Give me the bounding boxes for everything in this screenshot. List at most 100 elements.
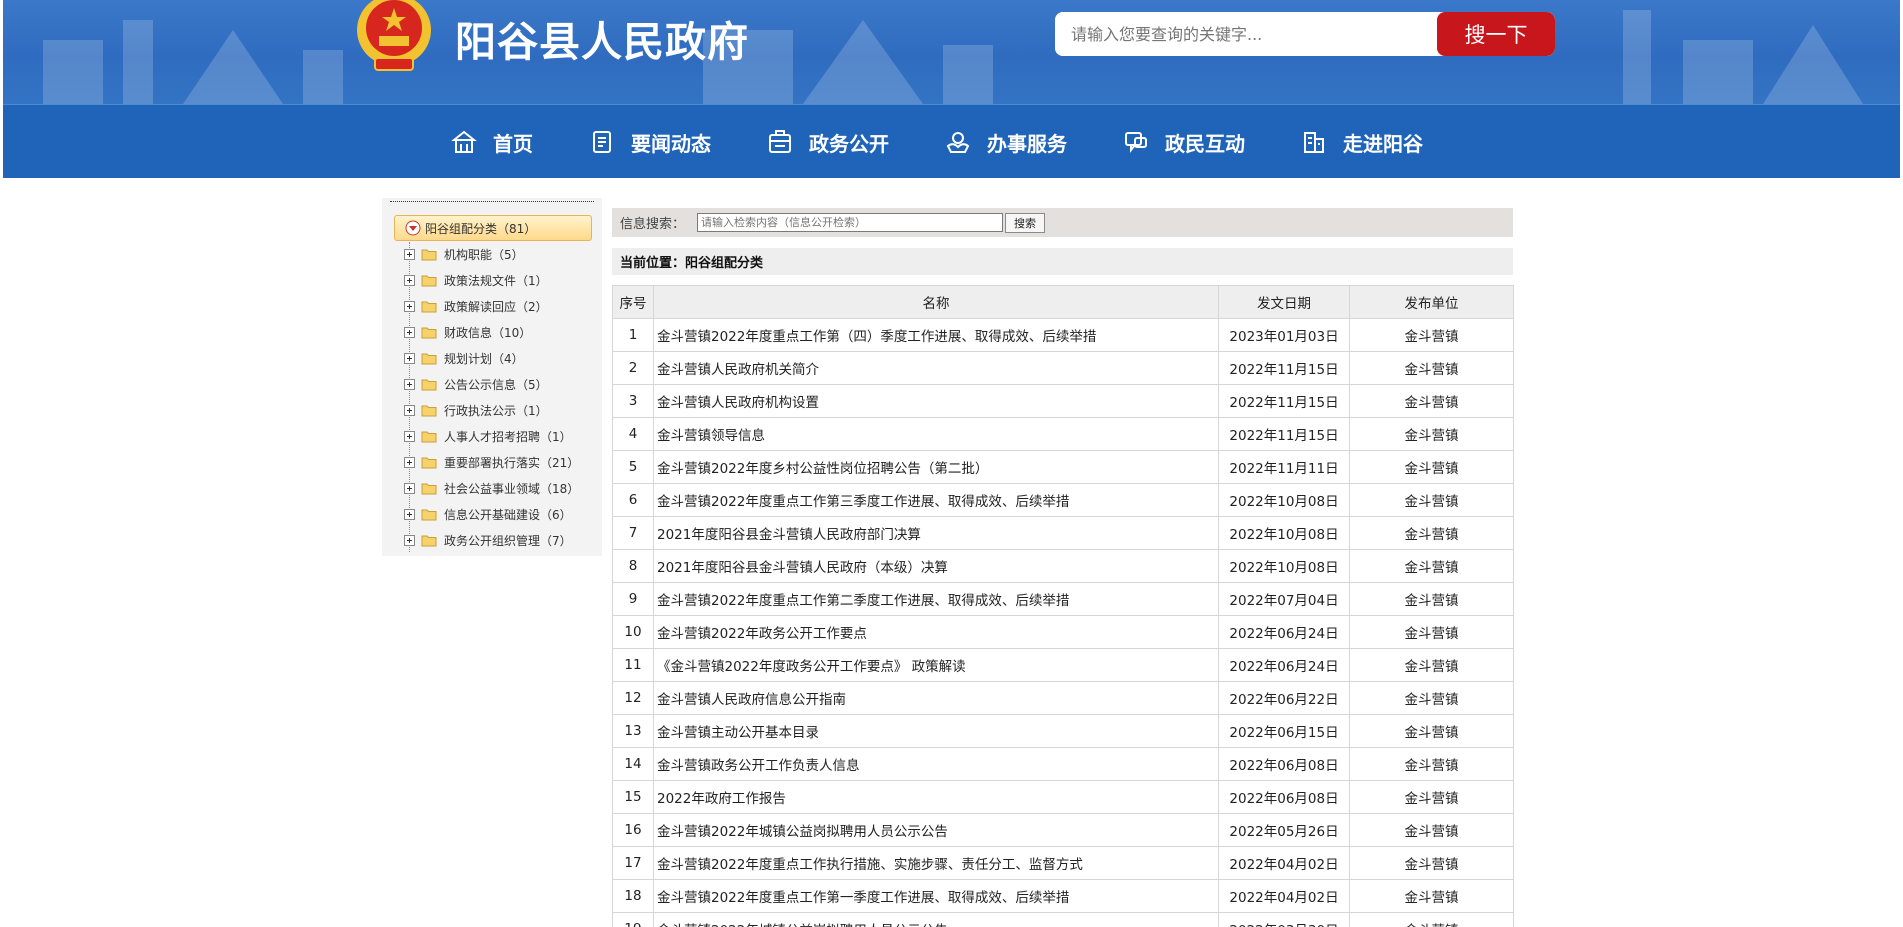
info-search-button[interactable]: 搜索: [1005, 212, 1046, 233]
nav-item-interaction[interactable]: 政民互动: [1123, 105, 1245, 179]
row-title-link[interactable]: 金斗营镇2022年政务公开工作要点: [653, 615, 1219, 649]
row-date: 2022年06月24日: [1218, 615, 1350, 649]
table-row: 10 金斗营镇2022年政务公开工作要点 2022年06月24日 金斗营镇: [612, 615, 1514, 649]
expand-plus-icon: [404, 482, 415, 494]
tree-item[interactable]: 政策解读回应（2）: [404, 296, 548, 316]
tree-item[interactable]: 政策法规文件（1）: [404, 270, 548, 290]
row-publisher: 金斗营镇: [1349, 780, 1514, 814]
row-index: 2: [612, 351, 654, 385]
tree-root-item[interactable]: 阳谷组配分类（81）: [394, 215, 592, 241]
tree-item-label: 政务公开组织管理（7）: [444, 533, 572, 548]
row-date: 2022年05月26日: [1218, 813, 1350, 847]
table-row: 16 金斗营镇2022年城镇公益岗拟聘用人员公示公告 2022年05月26日 金斗营镇: [612, 813, 1514, 847]
row-publisher: 金斗营镇: [1349, 549, 1514, 583]
nav-label: 政务公开: [809, 131, 889, 156]
tree-item[interactable]: 公告公示信息（5）: [404, 374, 548, 394]
home-icon: [451, 130, 477, 153]
tree-item[interactable]: 机构职能（5）: [404, 244, 524, 264]
row-title-link[interactable]: 金斗营镇2022年度重点工作第二季度工作进展、取得成效、后续举措: [653, 582, 1219, 616]
row-title-link[interactable]: 金斗营镇人民政府信息公开指南: [653, 681, 1219, 715]
nav-item-about-yanggu[interactable]: 走进阳谷: [1301, 105, 1423, 179]
row-title-link[interactable]: 金斗营镇政务公开工作负责人信息: [653, 747, 1219, 781]
tree-item[interactable]: 政务公开组织管理（7）: [404, 530, 572, 550]
row-title-link[interactable]: 金斗营镇2022年城镇公益岗拟聘用人员公示公告: [653, 813, 1219, 847]
row-publisher: 金斗营镇: [1349, 450, 1514, 484]
row-title-link[interactable]: 金斗营镇2022年度重点工作执行措施、实施步骤、责任分工、监督方式: [653, 846, 1219, 880]
table-row: 4 金斗营镇领导信息 2022年11月15日 金斗营镇: [612, 417, 1514, 451]
main-nav: 首页 要闻动态 政务公开 办事服务 政民互动 走进阳谷: [3, 104, 1900, 178]
row-title-link[interactable]: 金斗营镇领导信息: [653, 417, 1219, 451]
table-row: 6 金斗营镇2022年度重点工作第三季度工作进展、取得成效、后续举措 2022年10…: [612, 483, 1514, 517]
tree-item[interactable]: 社会公益事业领域（18）: [404, 478, 579, 498]
row-title-link[interactable]: 金斗营镇2022年度重点工作第一季度工作进展、取得成效、后续举措: [653, 879, 1219, 913]
column-header-date: 发文日期: [1218, 285, 1350, 319]
row-index: 16: [612, 813, 654, 847]
nav-label: 走进阳谷: [1343, 131, 1423, 156]
row-title-link[interactable]: 金斗营镇2022年度重点工作第三季度工作进展、取得成效、后续举措: [653, 483, 1219, 517]
expand-plus-icon: [404, 326, 415, 338]
column-header-title: 名称: [653, 285, 1219, 319]
nav-item-government-affairs[interactable]: 政务公开: [767, 105, 889, 179]
folder-icon: [421, 275, 437, 286]
tree-item-label: 规划计划（4）: [444, 351, 524, 366]
row-publisher: 金斗营镇: [1349, 813, 1514, 847]
tree-item-label: 公告公示信息（5）: [444, 377, 548, 392]
row-title-link[interactable]: 2021年度阳谷县金斗营镇人民政府部门决算: [653, 516, 1219, 550]
row-title-link[interactable]: 金斗营镇2022年度重点工作第（四）季度工作进展、取得成效、后续举措: [653, 318, 1219, 352]
table-row: 19金斗营镇2022年城镇公益岗拟聘用人员公示公告2022年03月30日金斗营镇: [612, 912, 1514, 927]
row-title-link[interactable]: 金斗营镇2022年度乡村公益性岗位招聘公告（第二批）: [653, 450, 1219, 484]
nav-item-news[interactable]: 要闻动态: [589, 105, 711, 179]
info-search-input[interactable]: [697, 213, 1004, 232]
skyline-decoration: [43, 10, 1863, 104]
row-title-link[interactable]: 《金斗营镇2022年度政务公开工作要点》 政策解读: [653, 648, 1219, 682]
info-search-bar: 信息搜索： 搜索: [612, 208, 1513, 237]
service-hands-icon: [946, 132, 970, 153]
table-row: 9 金斗营镇2022年度重点工作第二季度工作进展、取得成效、后续举措 2022年07…: [612, 582, 1514, 616]
tree-root-label: 阳谷组配分类（81）: [425, 221, 537, 236]
row-date: 2022年03月30日: [1218, 912, 1350, 927]
row-title-link[interactable]: 金斗营镇主动公开基本目录: [653, 714, 1219, 748]
folder-icon: [421, 379, 437, 390]
tree-item[interactable]: 规划计划（4）: [404, 348, 524, 368]
tree-item[interactable]: 人事人才招考招聘（1）: [404, 426, 572, 446]
header-banner: 阳谷县人民政府 搜一下: [3, 0, 1900, 104]
tree-item-label: 政策法规文件（1）: [444, 273, 548, 288]
row-title-link[interactable]: 金斗营镇人民政府机构设置: [653, 384, 1219, 418]
site-search-input[interactable]: [1055, 12, 1437, 56]
expand-plus-icon: [404, 404, 415, 416]
row-publisher: 金斗营镇: [1349, 351, 1514, 385]
tree-item[interactable]: 重要部署执行落实（21）: [404, 452, 579, 472]
row-index: 19: [612, 912, 654, 927]
row-publisher: 金斗营镇: [1349, 483, 1514, 517]
tree-item[interactable]: 财政信息（10）: [404, 322, 531, 342]
row-publisher: 金斗营镇: [1349, 615, 1514, 649]
folder-icon: [421, 353, 437, 364]
tree-item[interactable]: 信息公开基础建设（6）: [404, 504, 572, 524]
folder-icon: [421, 457, 437, 468]
row-publisher: 金斗营镇: [1349, 318, 1514, 352]
row-index: 1: [612, 318, 654, 352]
nav-item-services[interactable]: 办事服务: [945, 105, 1067, 179]
row-title-link[interactable]: 2022年政府工作报告: [653, 780, 1219, 814]
row-index: 11: [612, 648, 654, 682]
government-building-icon: [769, 130, 791, 153]
tree-item-label: 机构职能（5）: [444, 247, 524, 262]
row-title-link[interactable]: 2021年度阳谷县金斗营镇人民政府（本级）决算: [653, 549, 1219, 583]
row-date: 2022年11月11日: [1218, 450, 1350, 484]
city-buildings-icon: [1304, 132, 1324, 153]
tree-item[interactable]: 行政执法公示（1）: [404, 400, 548, 420]
expand-plus-icon: [404, 430, 415, 442]
row-title-link[interactable]: 金斗营镇2022年城镇公益岗拟聘用人员公示公告: [653, 912, 1219, 927]
row-date: 2023年01月03日: [1218, 318, 1350, 352]
nav-label: 要闻动态: [631, 131, 711, 156]
site-search-button[interactable]: 搜一下: [1437, 12, 1555, 56]
row-title-link[interactable]: 金斗营镇人民政府机关简介: [653, 351, 1219, 385]
site-search: 搜一下: [1055, 12, 1555, 56]
row-index: 10: [612, 615, 654, 649]
folder-icon: [421, 405, 437, 416]
row-date: 2022年06月22日: [1218, 681, 1350, 715]
folder-icon: [421, 509, 437, 520]
row-publisher: 金斗营镇: [1349, 582, 1514, 616]
nav-item-home[interactable]: 首页: [451, 105, 533, 179]
table-row: 17 金斗营镇2022年度重点工作执行措施、实施步骤、责任分工、监督方式 2022年…: [612, 846, 1514, 880]
